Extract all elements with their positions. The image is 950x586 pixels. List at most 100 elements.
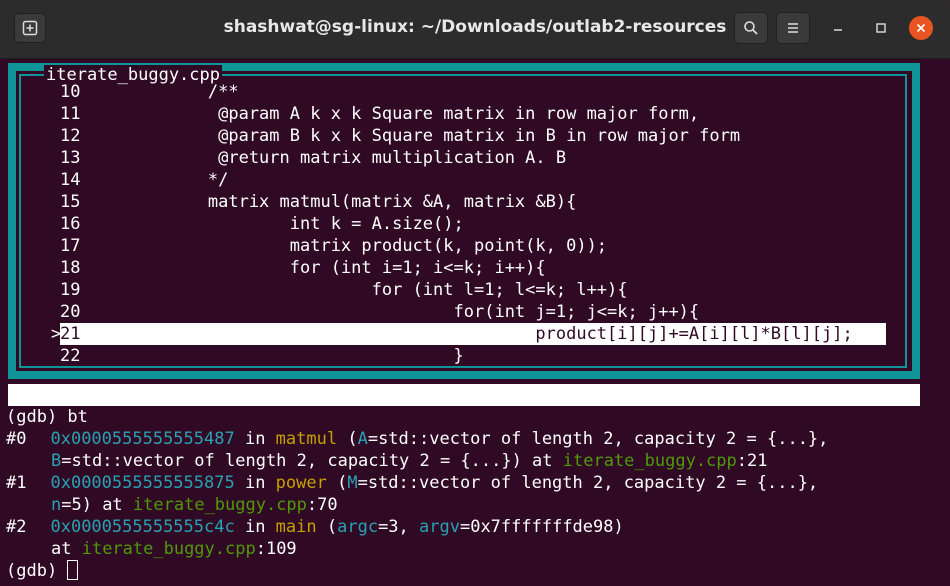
arg-value: =std::vector of length 2, capacity 2 = {… <box>367 429 829 449</box>
terminal-window: shashwat@sg-linux: ~/Downloads/outlab2-r… <box>0 0 950 586</box>
maximize-button[interactable] <box>869 16 893 40</box>
source-line: 14 */ <box>16 169 912 191</box>
frame-function: main <box>275 517 317 537</box>
line-code: for (int l=1; l<=k; l++){ <box>126 280 628 300</box>
source-line: 16 int k = A.size(); <box>16 213 912 235</box>
arg-value: =0x7fffffffde98) <box>459 517 624 537</box>
frame-line: :109 <box>255 539 297 559</box>
text-cursor <box>67 560 79 580</box>
source-line: 22 } <box>16 345 912 367</box>
arg-name: A <box>357 429 368 449</box>
minimize-icon <box>834 29 842 31</box>
line-number: 11 <box>60 104 81 124</box>
backtrace-frame-2: #2 0x0000555555555c4c in main (argc=3, ar… <box>6 516 936 538</box>
line-code: int k = A.size(); <box>126 214 464 234</box>
line-number: 21 <box>60 324 81 344</box>
line-code: matrix matmul(matrix &A, matrix &B){ <box>126 192 577 212</box>
source-line: 13 @return matrix multiplication A. B <box>16 147 912 169</box>
line-code: product[i][j]+=A[i][l]*B[l][j]; <box>126 324 853 344</box>
source-line: 18 for (int i=1; i<=k; i++){ <box>16 257 912 279</box>
source-line: 17 matrix product(k, point(k, 0)); <box>16 235 912 257</box>
line-code: } <box>126 346 464 366</box>
line-code: matrix product(k, point(k, 0)); <box>126 236 608 256</box>
line-code: */ <box>126 170 229 190</box>
at-text: at <box>51 539 82 559</box>
frame-index: #1 <box>6 473 27 493</box>
close-icon <box>916 23 926 33</box>
line-number: 17 <box>60 236 81 256</box>
minimize-button[interactable] <box>826 16 850 40</box>
line-code: @param A k x k Square matrix in row majo… <box>126 104 700 124</box>
frame-file: iterate_buggy.cpp <box>562 451 737 471</box>
source-line-current: >21 product[i][j]+=A[i][l]*B[l][j]; <box>16 323 912 345</box>
line-number: 20 <box>60 302 81 322</box>
arg-name: n <box>51 495 62 515</box>
status-bar: native process 26015 In: matmul L21 PC: … <box>8 384 920 471</box>
source-line: 19 for (int l=1; l<=k; l++){ <box>16 279 912 301</box>
frame-index: #2 <box>6 517 27 537</box>
terminal-area[interactable]: iterate_buggy.cpp 10 /** 11 @param A k x … <box>0 59 950 586</box>
in-text: in <box>234 429 276 449</box>
source-window: iterate_buggy.cpp 10 /** 11 @param A k x … <box>8 63 920 379</box>
frame-file: iterate_buggy.cpp <box>81 539 256 559</box>
arg-value: =3, <box>378 517 420 537</box>
search-icon <box>744 21 758 35</box>
source-line: 12 @param B k x k Square matrix in B in … <box>16 125 912 147</box>
source-line: 20 for(int j=1; j<=k; j++){ <box>16 301 912 323</box>
backtrace-frame-1: #1 0x0000555555555875 in power (M=std::ve… <box>6 472 936 494</box>
close-button[interactable] <box>909 16 933 40</box>
backtrace-frame-1-cont: n=5) at iterate_buggy.cpp:70 <box>51 494 950 516</box>
frame-line: :21 <box>736 451 768 471</box>
frame-function: matmul <box>275 429 338 449</box>
source-line: 10 /** <box>16 81 912 103</box>
line-number: 16 <box>60 214 81 234</box>
line-code: for(int j=1; j<=k; j++){ <box>126 302 700 322</box>
in-text: in <box>234 473 276 493</box>
gdb-prompt[interactable]: (gdb) <box>6 560 936 582</box>
gdb-bt-command: (gdb) bt <box>6 407 88 427</box>
line-code: @param B k x k Square matrix in B in row… <box>126 126 741 146</box>
arg-name: B <box>51 451 62 471</box>
in-text: in <box>234 517 276 537</box>
frame-function: power <box>275 473 327 493</box>
frame-address: 0x0000555555555487 <box>50 429 235 449</box>
frame-line: :70 <box>306 495 338 515</box>
backtrace-frame-0: #0 0x0000555555555487 in matmul (A=std::v… <box>6 428 936 450</box>
hamburger-icon <box>788 23 798 33</box>
backtrace-frame-0-cont: B=std::vector of length 2, capacity 2 = … <box>51 450 950 472</box>
line-number: 18 <box>60 258 81 278</box>
arg-value: =5) at <box>61 495 133 515</box>
gdb-command-line: (gdb) bt <box>6 406 936 428</box>
title-bar: shashwat@sg-linux: ~/Downloads/outlab2-r… <box>0 0 950 59</box>
arg-name: argc <box>337 517 379 537</box>
arg-value: =std::vector of length 2, capacity 2 = {… <box>61 451 563 471</box>
backtrace-frame-2-cont: at iterate_buggy.cpp:109 <box>51 538 950 560</box>
line-code: for (int i=1; i<=k; i++){ <box>126 258 546 278</box>
arg-name: M <box>347 473 358 493</box>
line-code: /** <box>126 82 239 102</box>
line-number: 22 <box>60 346 81 366</box>
frame-address: 0x0000555555555c4c <box>50 517 235 537</box>
paren-text: ( <box>326 473 348 493</box>
source-line: 11 @param A k x k Square matrix in row m… <box>16 103 912 125</box>
frame-address: 0x0000555555555875 <box>50 473 235 493</box>
arg-name: argv <box>419 517 460 537</box>
paren-text: ( <box>337 429 358 449</box>
line-number: 13 <box>60 148 81 168</box>
search-button[interactable] <box>734 12 768 44</box>
line-number: 14 <box>60 170 81 190</box>
line-number: 15 <box>60 192 81 212</box>
frame-file: iterate_buggy.cpp <box>132 495 307 515</box>
maximize-icon <box>876 23 886 33</box>
source-panel: iterate_buggy.cpp 10 /** 11 @param A k x … <box>16 65 912 371</box>
line-number: 12 <box>60 126 81 146</box>
menu-button[interactable] <box>776 12 810 44</box>
line-number: 19 <box>60 280 81 300</box>
gdb-prompt-text: (gdb) <box>6 561 68 581</box>
arg-value: =std::vector of length 2, capacity 2 = {… <box>357 473 819 493</box>
source-line: 15 matrix matmul(matrix &A, matrix &B){ <box>16 191 912 213</box>
frame-index: #0 <box>6 429 27 449</box>
line-code: @return matrix multiplication A. B <box>126 148 567 168</box>
line-number: 10 <box>60 82 81 102</box>
paren-text: ( <box>316 517 338 537</box>
